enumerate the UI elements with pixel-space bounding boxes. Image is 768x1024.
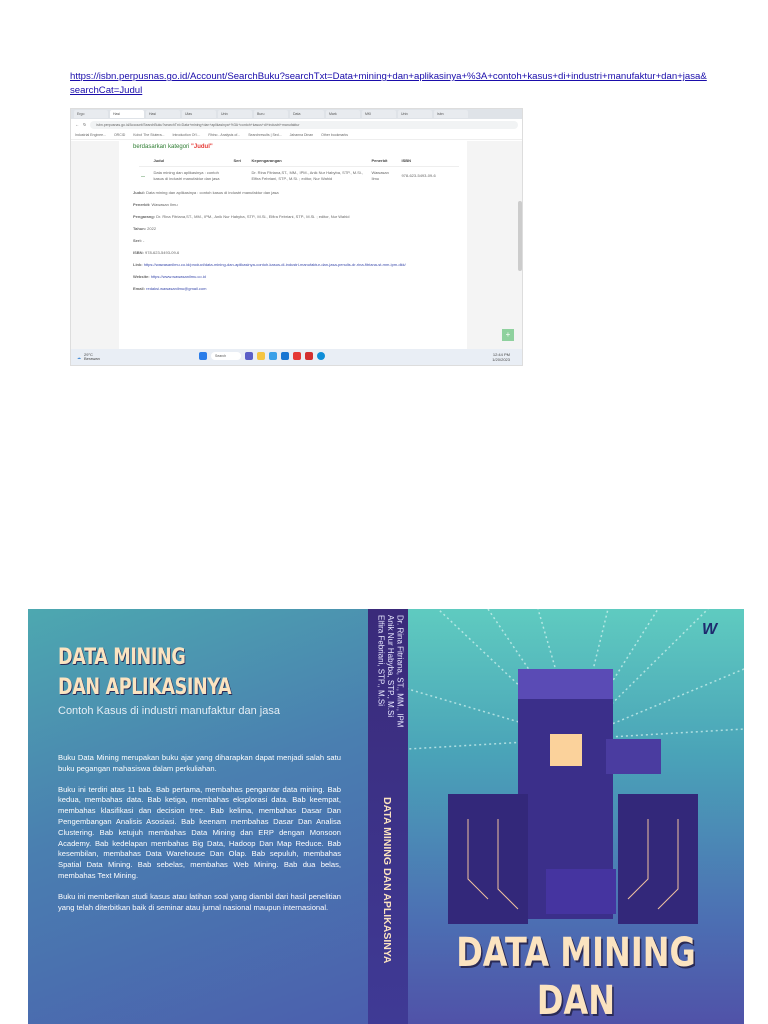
browser-tab[interactable]: Ulas <box>182 110 216 118</box>
chrome-icon[interactable] <box>293 352 301 360</box>
detail-item: Seri: - <box>133 238 145 243</box>
browser-tab[interactable]: Ergo <box>74 110 108 118</box>
source-url-link[interactable]: https://isbn.perpusnas.go.id/Account/Sea… <box>70 70 710 98</box>
bookmark[interactable]: Jahanna Dinan <box>290 133 314 137</box>
col-header: Penerbit <box>369 155 400 167</box>
cell-seri <box>231 167 249 186</box>
synopsis-paragraph: Buku Data Mining merupakan buku ajar yan… <box>58 753 341 773</box>
detail-link[interactable]: Link: https://wawasanilmu.co.id/product/… <box>133 262 453 268</box>
weather: 29°C Berawan <box>84 352 100 361</box>
table-row[interactable]: — Data mining dan aplikasinya : contoh k… <box>139 167 459 186</box>
browser-tab-bar: Ergo Hasi Hasi Ulas Univ Buru Data Mark … <box>71 109 522 119</box>
col-header: Judul <box>151 155 232 167</box>
folder-icon[interactable] <box>257 352 265 360</box>
chat-icon[interactable] <box>245 352 253 360</box>
reload-icon[interactable]: ↻ <box>83 122 86 127</box>
detail-website[interactable]: Website: https://www.wawasanilmu.co.id <box>133 274 453 280</box>
browser-tab[interactable]: Univ <box>218 110 252 118</box>
bookmark[interactable]: Searchresults | Sed... <box>248 133 281 137</box>
start-icon[interactable] <box>199 352 207 360</box>
browser-tab[interactable]: MKI <box>362 110 396 118</box>
bookmark[interactable]: Rhino - Analysis of... <box>208 133 240 137</box>
detail-email[interactable]: Email: redaksi.wawasanilmu@gmail.com <box>133 286 453 292</box>
front-cover: W DATA MINING DAN APLIKASINYA <box>408 609 744 1024</box>
bookmarks-bar: Industrial Enginee... ORCID Kobo! The St… <box>71 130 522 140</box>
search-result-panel: berdasarkan kategori "Judul" Judul Seri … <box>119 141 467 351</box>
col-header: Seri <box>231 155 250 167</box>
detail-list: Judul: Data mining dan aplikasinya : con… <box>133 190 453 292</box>
back-icon[interactable]: ← <box>75 122 79 127</box>
book-cover: DATA MINING DAN APLIKASINYA Contoh Kasus … <box>28 609 744 1024</box>
address-bar[interactable]: isbn.perpusnas.go.id/Account/SearchBuku?… <box>90 120 518 129</box>
spine-title: DATA MINING DAN APLIKASINYA <box>381 797 393 964</box>
scrollbar[interactable] <box>518 201 522 271</box>
cell-penerbit: Wawasan Ilmu <box>371 170 389 181</box>
front-title-line2: DAN APLIKASINYA <box>458 978 695 1024</box>
bookmark[interactable]: Other bookmarks <box>321 133 348 137</box>
detail-item: Tahun: 2022 <box>133 226 157 231</box>
detail-item: Judul: Data mining dan aplikasinya : con… <box>133 190 279 195</box>
back-cover: DATA MINING DAN APLIKASINYA Contoh Kasus … <box>28 609 368 1024</box>
bookmark[interactable]: Introduction Of I... <box>172 133 200 137</box>
page-content: berdasarkan kategori "Judul" Judul Seri … <box>71 141 522 351</box>
taskbar: ☁ 29°C Berawan Search 12:44 PM 1/20/2023 <box>71 349 522 365</box>
heading-category: "Judul" <box>191 144 213 150</box>
browser-tab[interactable]: Isbn <box>434 110 468 118</box>
word-icon[interactable] <box>281 352 289 360</box>
detail-item: Penerbit: Wawasan Ilmu <box>133 202 178 207</box>
cell-isbn: 978-623-5493-09-6 <box>401 173 436 178</box>
detail-item: Pengarang: Dr. Rina Fitriana,ST., MM., I… <box>133 214 350 219</box>
spine: Dr. Rina Fitriana, ST., MM., IPM Anik Nur… <box>368 609 408 1024</box>
heading-text: berdasarkan kategori <box>133 144 190 150</box>
cell-kepengarangan: Dr. Rina Fitriana,ST., MM., IPM., Anik N… <box>251 170 363 181</box>
bookmark[interactable]: Kobo! The Stutera... <box>133 133 164 137</box>
bookmark[interactable]: Industrial Enginee... <box>75 133 106 137</box>
browser-tab[interactable]: Mark <box>326 110 360 118</box>
synopsis: Buku Data Mining merupakan buku ajar yan… <box>58 753 341 923</box>
synopsis-paragraph: Buku ini terdiri atas 11 bab. Bab pertam… <box>58 784 341 880</box>
back-title: DATA MINING DAN APLIKASINYA <box>58 645 232 700</box>
spine-authors: Dr. Rina Fitriana, ST., MM., IPM Anik Nur… <box>376 615 405 728</box>
plus-button[interactable]: + <box>502 329 514 341</box>
store-icon[interactable] <box>269 352 277 360</box>
front-title-line1: DATA MINING <box>456 930 696 976</box>
clock[interactable]: 12:44 PM 1/20/2023 <box>492 352 510 362</box>
taskbar-search[interactable]: Search <box>211 352 241 360</box>
result-table: Judul Seri Kepengarangan Penerbit ISBN —… <box>139 155 459 185</box>
col-header: ISBN <box>399 155 459 167</box>
collapse-icon[interactable]: — <box>139 167 151 186</box>
browser-screenshot: Ergo Hasi Hasi Ulas Univ Buru Data Mark … <box>70 108 523 366</box>
cell-judul: Data mining dan aplikasinya : contoh kas… <box>153 170 220 181</box>
bookmark[interactable]: ORCID <box>114 133 125 137</box>
detail-item: ISBN: 978-623-5493-09-6 <box>133 250 180 255</box>
pdf-icon[interactable] <box>305 352 313 360</box>
address-bar-row: ← ↻ isbn.perpusnas.go.id/Account/SearchB… <box>71 119 522 130</box>
synopsis-paragraph: Buku ini memberikan studi kasus atau lat… <box>58 891 341 912</box>
publisher-logo: W <box>702 621 718 638</box>
col-header: Kepengarangan <box>249 155 370 167</box>
browser-tab[interactable]: Buru <box>254 110 288 118</box>
browser-tab[interactable]: Hasi <box>146 110 180 118</box>
back-subtitle: Contoh Kasus di industri manufaktur dan … <box>58 705 280 717</box>
browser-tab[interactable]: Data <box>290 110 324 118</box>
weather-icon: ☁ <box>77 354 81 360</box>
browser-tab[interactable]: Hasi <box>110 110 144 118</box>
result-heading: berdasarkan kategori "Judul" <box>133 144 453 150</box>
browser-tab[interactable]: Univ <box>398 110 432 118</box>
edge-icon[interactable] <box>317 352 325 360</box>
